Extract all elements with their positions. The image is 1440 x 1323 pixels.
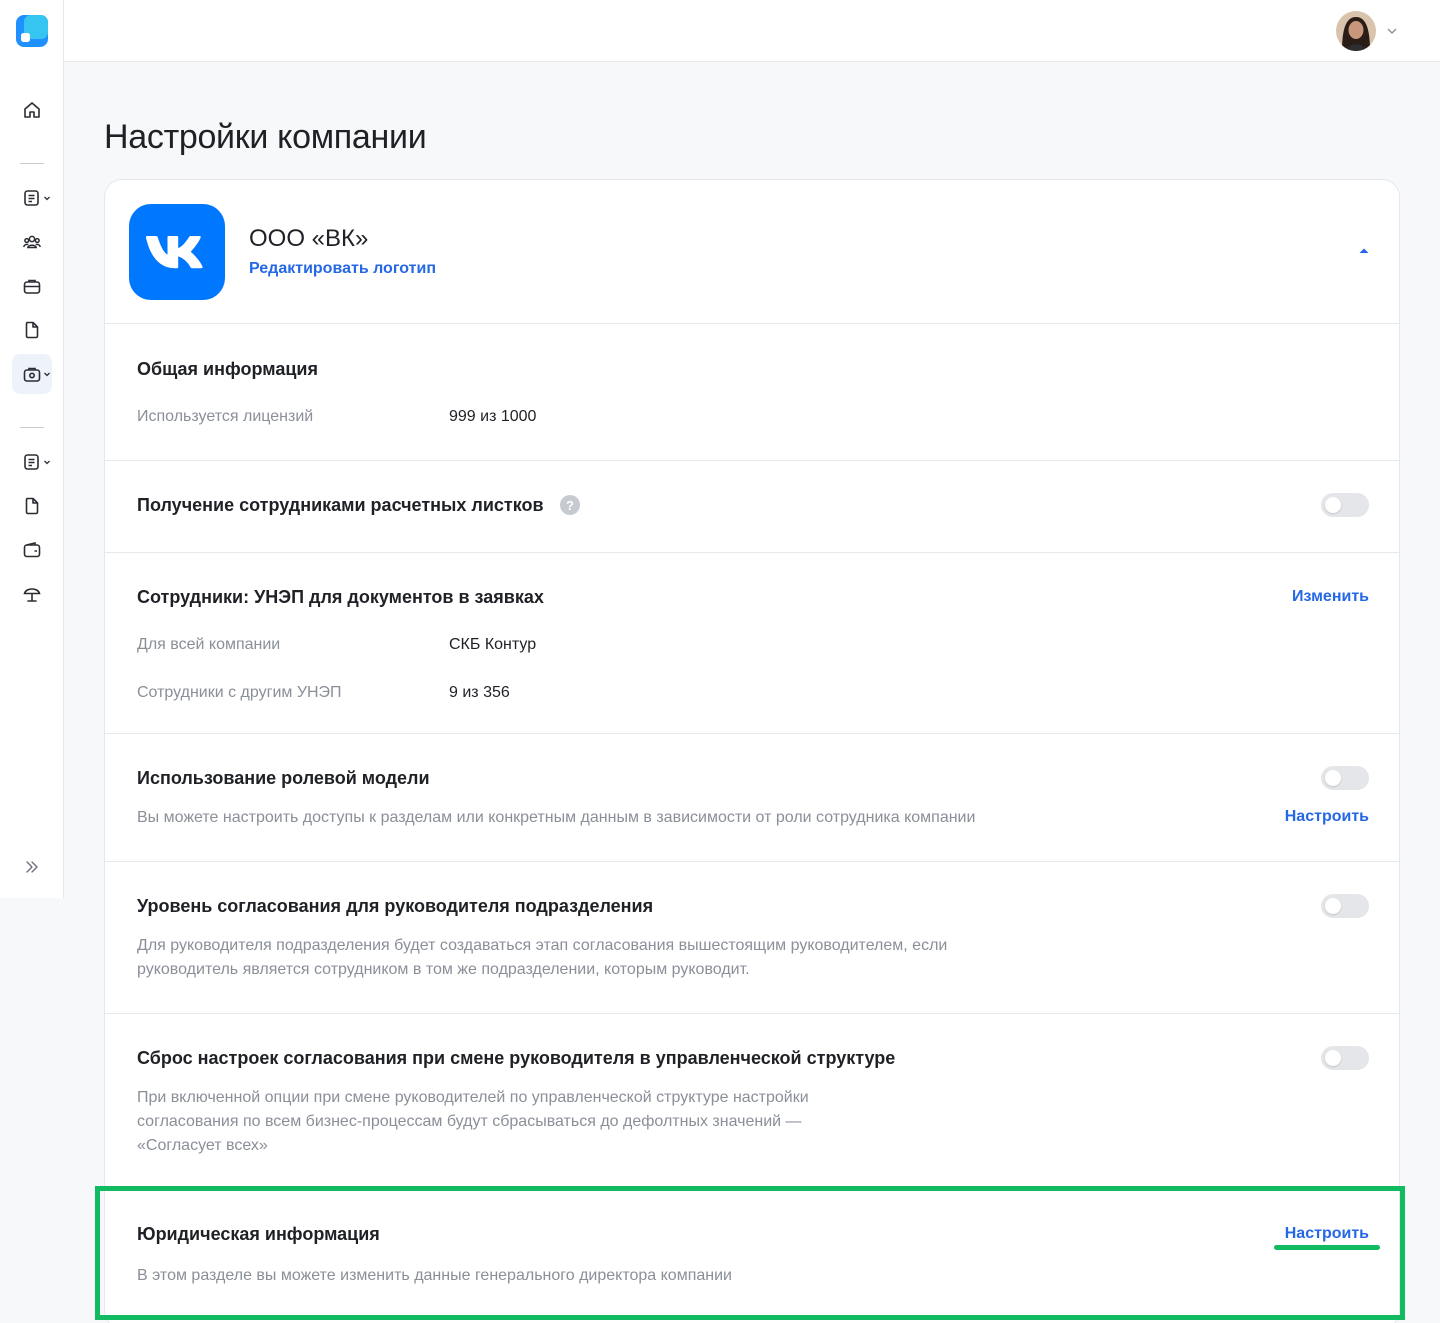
nav-people[interactable] <box>12 222 52 262</box>
app-logo-icon[interactable] <box>16 15 48 47</box>
approval-level-toggle[interactable] <box>1321 894 1369 918</box>
section-title: Сброс настроек согласования при смене ру… <box>137 1048 896 1068</box>
section-description: При включенной опции при смене руководит… <box>137 1089 809 1106</box>
edit-logo-link[interactable]: Редактировать логотип <box>249 260 436 278</box>
role-model-toggle[interactable] <box>1321 766 1369 790</box>
section-description: Вы можете настроить доступы к разделам и… <box>137 809 976 826</box>
section-title: Общая информация <box>137 359 318 379</box>
company-header: ООО «ВК» Редактировать логотип <box>105 180 1399 323</box>
change-signature-link[interactable]: Изменить <box>1292 588 1369 606</box>
chevron-down-icon <box>44 196 50 201</box>
configure-roles-link[interactable]: Настроить <box>1285 808 1369 826</box>
payslips-toggle[interactable] <box>1321 493 1369 517</box>
approval-reset-toggle[interactable] <box>1321 1046 1369 1070</box>
nav-company-settings[interactable] <box>12 354 52 394</box>
nav-wallet[interactable] <box>12 530 52 570</box>
highlight-underline <box>1274 1245 1380 1250</box>
umbrella-icon <box>23 588 41 602</box>
briefcase-icon <box>23 279 41 294</box>
double-chevron-right-icon[interactable] <box>24 859 40 875</box>
chevron-down-icon <box>44 372 50 377</box>
other-signature-label: Сотрудники с другим УНЭП <box>137 684 342 701</box>
user-avatar[interactable] <box>1336 11 1376 51</box>
other-signature-value: 9 из 356 <box>449 684 510 701</box>
nav-divider <box>20 427 44 428</box>
licenses-value: 999 из 1000 <box>449 408 537 425</box>
section-title: Юридическая информация <box>137 1224 380 1244</box>
section-title: Уровень согласования для руководителя по… <box>137 896 654 916</box>
licenses-label: Используется лицензий <box>137 408 314 425</box>
section-title: Использование ролевой модели <box>137 768 430 788</box>
document-list-icon <box>24 190 39 206</box>
caret-up-icon[interactable] <box>1357 246 1371 256</box>
vk-logo-icon <box>145 236 203 269</box>
help-icon[interactable]: ? <box>560 495 580 515</box>
company-logo <box>129 204 225 300</box>
section-description: В этом разделе вы можете изменить данные… <box>137 1267 732 1284</box>
wallet-icon <box>23 541 41 558</box>
company-settings-card: ООО «ВК» Редактировать логотип Общая инф… <box>104 179 1400 1323</box>
company-signature-label: Для всей компании <box>137 636 281 653</box>
chevron-down-icon[interactable] <box>1386 26 1398 36</box>
page-title: Настройки компании <box>104 118 427 156</box>
section-signature: Сотрудники: УНЭП для документов в заявка… <box>105 552 1399 733</box>
home-icon <box>24 102 40 118</box>
sidebar <box>0 0 64 898</box>
section-title: Сотрудники: УНЭП для документов в заявка… <box>137 587 544 607</box>
nav-documents[interactable] <box>12 178 52 218</box>
configure-legal-link[interactable]: Настроить <box>1285 1225 1369 1243</box>
section-description: согласования по всем бизнес-процессам бу… <box>137 1113 802 1130</box>
nav-home[interactable] <box>12 90 52 130</box>
section-role-model: Использование ролевой модели Вы можете н… <box>105 733 1399 861</box>
nav-files[interactable] <box>12 310 52 350</box>
section-description: руководитель является сотрудником в том … <box>137 961 750 978</box>
section-description: «Согласует всех» <box>137 1137 268 1154</box>
company-settings-icon <box>23 367 41 382</box>
users-icon <box>23 235 41 249</box>
document-list-icon <box>24 454 39 470</box>
chevron-down-icon <box>44 460 50 465</box>
section-payslips: Получение сотрудниками расчетных листков… <box>105 460 1399 552</box>
company-name: ООО «ВК» <box>249 225 369 252</box>
section-description: Для руководителя подразделения будет соз… <box>137 937 948 954</box>
file-icon <box>25 497 39 515</box>
file-icon <box>25 321 39 339</box>
section-title: Получение сотрудниками расчетных листков <box>137 495 544 515</box>
section-legal-info: Юридическая информация Настроить В этом … <box>105 1189 1399 1323</box>
section-general-info: Общая информация Используется лицензий 9… <box>105 323 1399 460</box>
top-bar <box>64 0 1440 62</box>
nav-vacation[interactable] <box>12 574 52 614</box>
nav-requests[interactable] <box>12 442 52 482</box>
nav-divider <box>20 163 44 164</box>
nav-files-2[interactable] <box>12 486 52 526</box>
nav-jobs[interactable] <box>12 266 52 306</box>
section-approval-level: Уровень согласования для руководителя по… <box>105 861 1399 1013</box>
section-approval-reset: Сброс настроек согласования при смене ру… <box>105 1013 1399 1189</box>
company-signature-value: СКБ Контур <box>449 636 537 653</box>
